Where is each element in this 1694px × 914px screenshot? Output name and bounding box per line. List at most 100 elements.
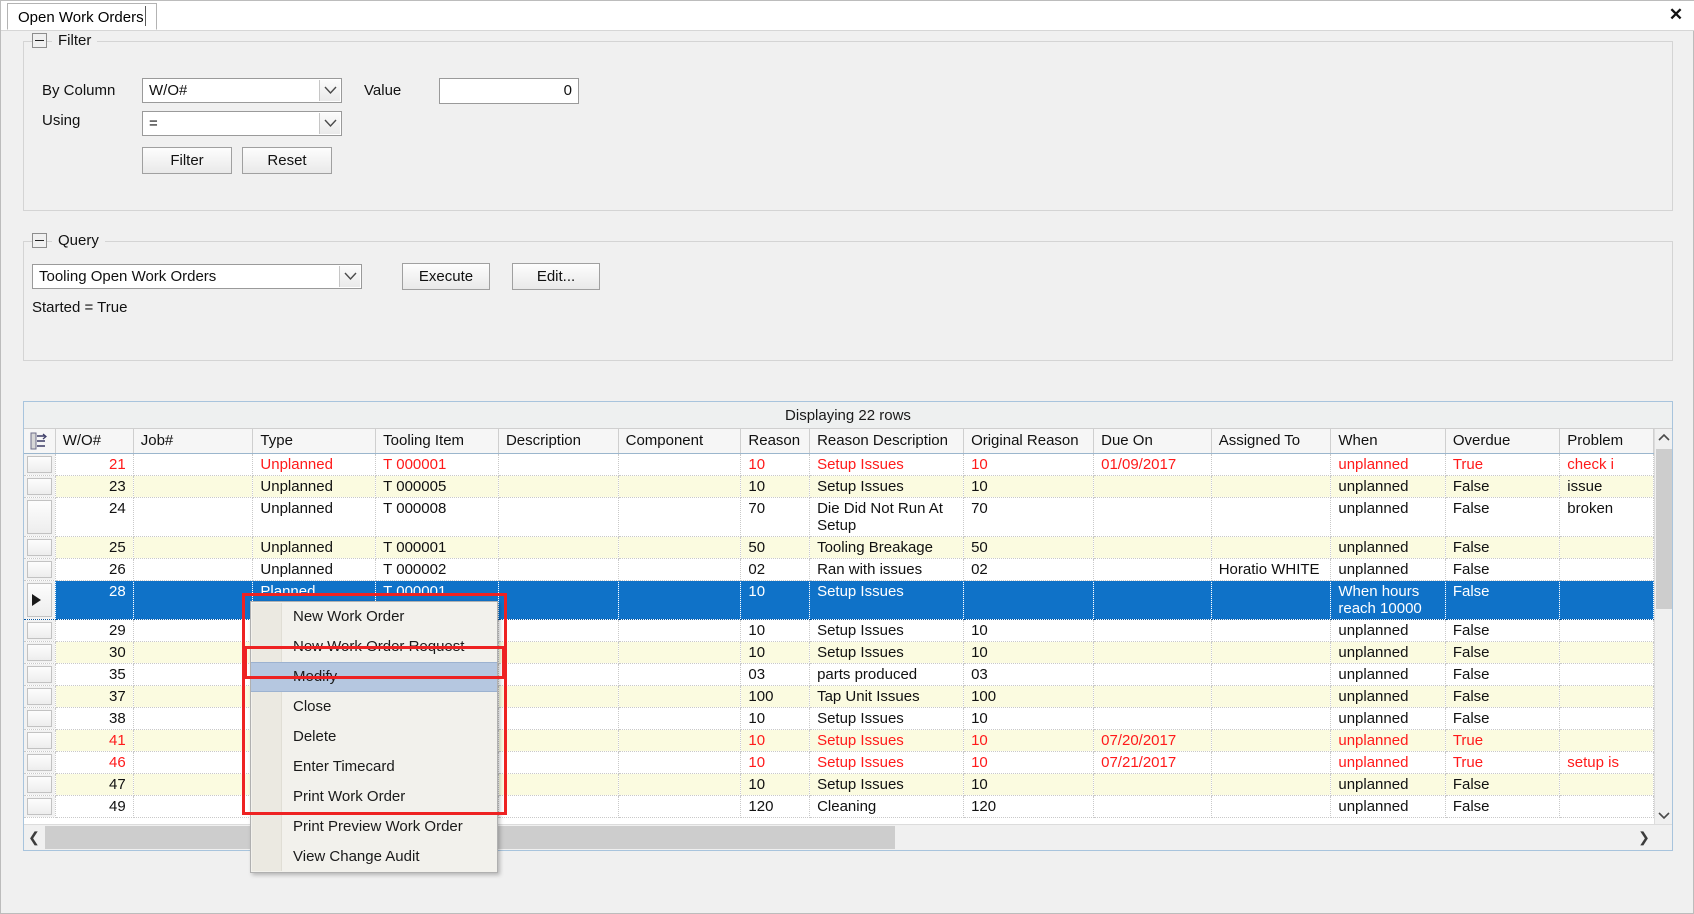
row-selector[interactable] — [27, 709, 52, 727]
row-header-cell[interactable] — [24, 580, 56, 620]
cell-type[interactable]: Unplanned — [252, 558, 377, 581]
cell-reason[interactable]: 120 — [740, 795, 811, 818]
cell-assigned-to[interactable] — [1211, 536, 1332, 559]
cell-problem[interactable] — [1559, 729, 1654, 752]
menu-item-new-work-order[interactable]: New Work Order — [251, 602, 497, 632]
row-header-cell[interactable] — [24, 663, 56, 686]
cell-problem[interactable] — [1559, 663, 1654, 686]
cell-wo[interactable]: 21 — [55, 453, 134, 476]
grid-vertical-scroll-thumb[interactable] — [1656, 449, 1672, 609]
cell-original-reason[interactable]: 10 — [963, 475, 1095, 498]
cell-component[interactable] — [618, 580, 742, 620]
cell-reason-description[interactable]: Tap Unit Issues — [809, 685, 965, 708]
row-selector[interactable] — [27, 753, 52, 771]
cell-due-on[interactable] — [1093, 685, 1212, 708]
column-header-assigned-to[interactable]: Assigned To — [1211, 429, 1332, 454]
cell-reason-description[interactable]: parts produced — [809, 663, 965, 686]
cell-original-reason[interactable] — [963, 580, 1095, 620]
filter-collapse-toggle[interactable] — [32, 33, 47, 48]
cell-reason-description[interactable]: Ran with issues — [809, 558, 965, 581]
cell-when[interactable]: unplanned — [1330, 558, 1446, 581]
cell-reason[interactable]: 10 — [740, 580, 811, 620]
cell-component[interactable] — [618, 619, 742, 642]
cell-job[interactable] — [133, 751, 254, 774]
cell-type[interactable]: Unplanned — [252, 536, 377, 559]
menu-item-print-work-order[interactable]: Print Work Order — [251, 782, 497, 812]
query-combobox[interactable]: Tooling Open Work Orders — [32, 264, 362, 289]
cell-due-on[interactable]: 07/21/2017 — [1093, 751, 1212, 774]
cell-reason-description[interactable]: Die Did Not Run At Setup — [809, 497, 965, 537]
cell-due-on[interactable] — [1093, 707, 1212, 730]
cell-original-reason[interactable]: 10 — [963, 453, 1095, 476]
table-row[interactable]: 23 Unplanned T 000005 10 Setup Issues 10 unpla… — [24, 475, 1654, 498]
by-column-combobox[interactable]: W/O# — [142, 78, 342, 103]
cell-original-reason[interactable]: 70 — [963, 497, 1095, 537]
cell-wo[interactable]: 47 — [55, 773, 134, 796]
cell-original-reason[interactable]: 10 — [963, 729, 1095, 752]
column-header-type[interactable]: Type — [252, 429, 377, 454]
cell-reason-description[interactable]: Setup Issues — [809, 619, 965, 642]
scroll-down-icon[interactable] — [1655, 806, 1672, 824]
cell-component[interactable] — [618, 685, 742, 708]
cell-job[interactable] — [133, 795, 254, 818]
cell-due-on[interactable] — [1093, 497, 1212, 537]
cell-overdue[interactable]: True — [1445, 729, 1561, 752]
cell-when[interactable]: unplanned — [1330, 685, 1446, 708]
cell-component[interactable] — [618, 558, 742, 581]
cell-wo[interactable]: 24 — [55, 497, 134, 537]
menu-item-view-change-audit[interactable]: View Change Audit — [251, 842, 497, 872]
cell-due-on[interactable] — [1093, 663, 1212, 686]
cell-component[interactable] — [618, 536, 742, 559]
cell-description[interactable] — [498, 475, 619, 498]
cell-component[interactable] — [618, 773, 742, 796]
cell-reason-description[interactable]: Cleaning — [809, 795, 965, 818]
row-header-cell[interactable] — [24, 641, 56, 664]
query-collapse-toggle[interactable] — [32, 233, 47, 248]
value-input[interactable]: 0 — [439, 78, 579, 104]
cell-original-reason[interactable]: 120 — [963, 795, 1095, 818]
row-header-cell[interactable] — [24, 619, 56, 642]
cell-wo[interactable]: 49 — [55, 795, 134, 818]
cell-description[interactable] — [498, 558, 619, 581]
cell-original-reason[interactable]: 10 — [963, 773, 1095, 796]
cell-description[interactable] — [498, 685, 619, 708]
row-header-cell[interactable] — [24, 558, 56, 581]
cell-component[interactable] — [618, 751, 742, 774]
row-selector[interactable] — [27, 621, 52, 639]
cell-when[interactable]: unplanned — [1330, 795, 1446, 818]
cell-reason-description[interactable]: Tooling Breakage — [809, 536, 965, 559]
cell-problem[interactable] — [1559, 619, 1654, 642]
cell-job[interactable] — [133, 475, 254, 498]
cell-overdue[interactable]: False — [1445, 497, 1561, 537]
row-selector[interactable] — [27, 560, 52, 578]
row-selector[interactable] — [27, 477, 52, 495]
cell-original-reason[interactable]: 10 — [963, 707, 1095, 730]
cell-reason-description[interactable]: Setup Issues — [809, 729, 965, 752]
cell-when[interactable]: unplanned — [1330, 536, 1446, 559]
cell-job[interactable] — [133, 453, 254, 476]
cell-when[interactable]: unplanned — [1330, 475, 1446, 498]
using-combobox[interactable]: = — [142, 111, 342, 136]
cell-job[interactable] — [133, 663, 254, 686]
cell-wo[interactable]: 26 — [55, 558, 134, 581]
scroll-up-icon[interactable] — [1655, 429, 1672, 447]
table-row[interactable]: 26 Unplanned T 000002 02 Ran with issues 02 Ho… — [24, 558, 1654, 581]
cell-when[interactable]: unplanned — [1330, 663, 1446, 686]
cell-problem[interactable]: broken — [1559, 497, 1654, 537]
cell-tooling-item[interactable]: T 000005 — [375, 475, 499, 498]
cell-due-on[interactable] — [1093, 773, 1212, 796]
cell-assigned-to[interactable] — [1211, 641, 1332, 664]
cell-assigned-to[interactable] — [1211, 773, 1332, 796]
chevron-down-icon[interactable] — [319, 80, 340, 101]
cell-reason[interactable]: 03 — [740, 663, 811, 686]
cell-when[interactable]: unplanned — [1330, 619, 1446, 642]
cell-due-on[interactable] — [1093, 641, 1212, 664]
row-header-cell[interactable] — [24, 729, 56, 752]
row-header-cell[interactable] — [24, 707, 56, 730]
cell-description[interactable] — [498, 773, 619, 796]
close-icon[interactable]: ✕ — [1663, 3, 1689, 27]
cell-reason-description[interactable]: Setup Issues — [809, 707, 965, 730]
row-header-cell[interactable] — [24, 751, 56, 774]
cell-description[interactable] — [498, 751, 619, 774]
cell-overdue[interactable]: False — [1445, 663, 1561, 686]
